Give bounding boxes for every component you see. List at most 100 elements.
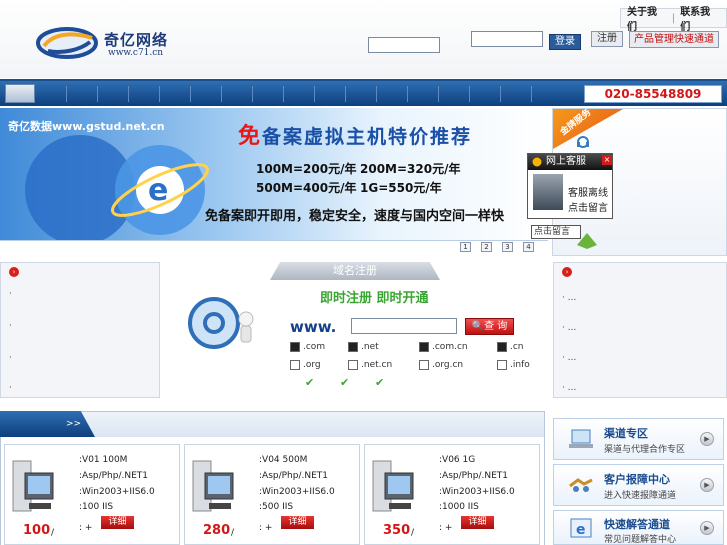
service-title: 快速解答通道 xyxy=(604,518,670,531)
banner-headline-big: 免 xyxy=(238,124,263,149)
tld-label: .com.cn xyxy=(432,342,468,352)
nav-divider xyxy=(376,86,377,102)
leave-message-button[interactable]: 点击留言 xyxy=(531,225,581,239)
check-icon: ✔ xyxy=(305,376,315,389)
service-title: 客户报障中心 xyxy=(604,473,670,486)
domain-search-input[interactable] xyxy=(351,318,457,334)
login-button[interactable]: 登录 xyxy=(549,34,581,50)
online-service-popup: 网上客服 × 客服离线 点击留言 xyxy=(527,153,613,219)
plan-detail-button[interactable]: 详细 xyxy=(101,516,134,529)
globe-image: e xyxy=(25,135,209,240)
plan-id: :V06 1G xyxy=(439,455,476,465)
tld-checkbox-org-cn[interactable] xyxy=(419,360,429,370)
nav-divider xyxy=(283,86,284,102)
section-bullet-icon: › xyxy=(9,267,19,277)
right-list-item[interactable]: · ... xyxy=(562,293,576,303)
banner-page-button[interactable]: 1 xyxy=(460,242,471,252)
domain-search-button[interactable]: 🔍查 询 xyxy=(465,318,514,335)
plan-extra: : + xyxy=(79,523,93,533)
right-list-item[interactable]: · ... xyxy=(562,323,576,333)
plan-price: 100 xyxy=(23,523,51,538)
tld-checkbox-org[interactable] xyxy=(290,360,300,370)
username-input[interactable] xyxy=(368,37,440,53)
headset-icon xyxy=(577,136,589,148)
channel-zone-link[interactable]: 渠道专区 渠道与代理合作专区 ▶ xyxy=(553,418,724,460)
hero-banner[interactable]: e 奇亿数据www.gstud.net.cn 免备案虚拟主机特价推荐 100M=… xyxy=(0,108,548,241)
tld-checkbox-com[interactable] xyxy=(290,342,300,352)
chat-leave-message-link[interactable]: 点击留言 xyxy=(568,199,608,214)
arrow-right-icon: ▶ xyxy=(700,432,714,446)
plan-extra: : + xyxy=(439,523,453,533)
domain-tab[interactable]: 域名注册 xyxy=(270,262,440,280)
page: 奇亿网络 www.c71.cn 关于我们 | 联系我们 登录 注册 产品管理快速… xyxy=(0,0,727,545)
chat-close-icon[interactable]: × xyxy=(602,155,612,165)
register-button[interactable]: 注册 xyxy=(591,31,623,47)
chat-icon xyxy=(532,157,542,167)
about-link[interactable]: 关于我们 xyxy=(627,3,667,33)
banner-pager: 1 2 3 4 xyxy=(460,242,534,252)
plan-detail-button[interactable]: 详细 xyxy=(281,516,314,529)
nav-divider xyxy=(314,86,315,102)
nav-divider xyxy=(407,86,408,102)
left-list-item[interactable]: · xyxy=(9,383,12,393)
nav-home-tab[interactable] xyxy=(5,84,35,103)
tld-label: .info xyxy=(510,360,530,370)
banner-price: 500M=400元/年 xyxy=(256,181,357,195)
server-icon xyxy=(372,460,414,512)
service-subtitle: 渠道与代理合作专区 xyxy=(604,445,686,455)
banner-page-button[interactable]: 3 xyxy=(502,242,513,252)
domain-slogan: 即时注册 即时开通 xyxy=(320,291,429,306)
quick-answer-channel-link[interactable]: e 快速解答通道 常见问题解答中心 ▶ xyxy=(553,510,724,545)
tld-checkbox-net-cn[interactable] xyxy=(348,360,358,370)
banner-price: 100M=200元/年 xyxy=(256,162,357,176)
product-management-button[interactable]: 产品管理快速通道 xyxy=(629,31,719,48)
fault-report-center-link[interactable]: 客户报障中心 进入快速报障通道 ▶ xyxy=(553,464,724,506)
tld-label: .cn xyxy=(510,342,524,352)
email-at-icon xyxy=(188,297,254,349)
hosting-plan-card[interactable]: 280 / :V04 500M :Asp/Php/.NET1 :Win2003+… xyxy=(184,444,360,545)
password-input[interactable] xyxy=(471,31,543,47)
tld-checkbox-com-cn[interactable] xyxy=(419,342,429,352)
brand-url: www.c71.cn xyxy=(108,48,164,58)
plan-os: :Win2003+IIS6.0 xyxy=(79,487,155,497)
tld-label: .org.cn xyxy=(432,360,464,370)
logo-icon[interactable] xyxy=(36,24,98,62)
banner-page-button[interactable]: 4 xyxy=(523,242,534,252)
arrow-right-icon: ▶ xyxy=(700,478,714,492)
plan-language: :Asp/Php/.NET1 xyxy=(439,471,509,481)
left-list-item[interactable]: · xyxy=(9,353,12,363)
agent-avatar xyxy=(533,174,563,210)
nav-divider xyxy=(469,86,470,102)
left-list-item[interactable]: · xyxy=(9,289,12,299)
nav-divider xyxy=(221,86,222,102)
tld-checkbox-cn[interactable] xyxy=(497,342,507,352)
search-button-label: 查 询 xyxy=(484,321,508,332)
right-list-item[interactable]: · ... xyxy=(562,383,576,393)
tld-label: .org xyxy=(303,360,321,370)
brand-name: 奇亿网络 xyxy=(104,31,169,49)
left-list-item[interactable]: · xyxy=(9,321,12,331)
plan-language: :Asp/Php/.NET1 xyxy=(79,471,149,481)
hosting-plan-card[interactable]: 100 / :V01 100M :Asp/Php/.NET1 :Win2003+… xyxy=(4,444,180,545)
nav-divider xyxy=(128,86,129,102)
tld-checkbox-info[interactable] xyxy=(497,360,507,370)
banner-brand: 奇亿数据www.gstud.net.cn xyxy=(8,120,165,133)
hosting-plan-card[interactable]: 350 / :V06 1G :Asp/Php/.NET1 :Win2003+II… xyxy=(364,444,540,545)
contact-link[interactable]: 联系我们 xyxy=(680,3,720,33)
nav-divider xyxy=(345,86,346,102)
plans-tab[interactable]: >> xyxy=(0,411,95,437)
service-subtitle: 常见问题解答中心 xyxy=(604,535,677,545)
plan-price-unit: / xyxy=(411,528,415,538)
banner-headline: 免备案虚拟主机特价推荐 xyxy=(238,118,472,150)
plan-detail-button[interactable]: 详细 xyxy=(461,516,494,529)
chat-status: 客服离线 xyxy=(568,188,608,199)
arrow-right-icon: ▶ xyxy=(700,521,714,535)
nav-divider xyxy=(500,86,501,102)
banner-page-button[interactable]: 2 xyxy=(481,242,492,252)
tld-checkbox-net[interactable] xyxy=(348,342,358,352)
plan-iis: :100 IIS xyxy=(79,502,114,512)
top-links: 关于我们 | 联系我们 xyxy=(620,7,727,33)
right-list-item[interactable]: · ... xyxy=(562,353,576,363)
tld-label: .net xyxy=(361,342,379,352)
search-icon: 🔍 xyxy=(471,321,485,332)
